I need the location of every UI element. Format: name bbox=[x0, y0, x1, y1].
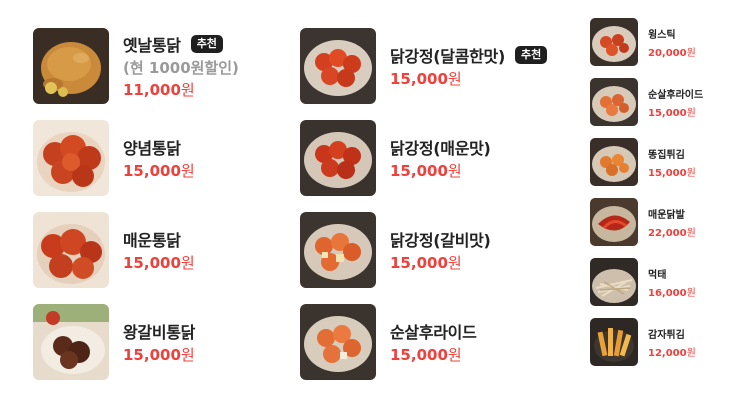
gizzard-fried-image bbox=[590, 138, 638, 186]
side-item-info: 똥집튀김 15,000원 bbox=[648, 138, 696, 186]
menu-item-info: 옛날통닭 추천 (현 1000원할인) 11,000원 bbox=[123, 28, 239, 104]
spicy-chicken-image bbox=[33, 212, 109, 288]
menu-item-price: 15,000원 bbox=[123, 346, 195, 364]
menu-item-name: 옛날통닭 bbox=[123, 36, 181, 55]
recommend-badge: 추천 bbox=[190, 35, 223, 53]
whole-chicken-image bbox=[33, 28, 109, 104]
menu-item-info: 닭강정(매운맛) 15,000원 bbox=[390, 120, 491, 196]
side-item-fries[interactable]: 감자튀김 12,000원 bbox=[590, 318, 740, 366]
side-item-price: 12,000원 bbox=[648, 347, 696, 359]
spicy-gangjeong-image bbox=[300, 120, 376, 196]
side-item-info: 매운닭발 22,000원 bbox=[648, 198, 696, 246]
spicy-feet-image bbox=[590, 198, 638, 246]
side-item-price: 15,000원 bbox=[648, 107, 696, 119]
side-item-info: 순살후라이드 15,000원 bbox=[648, 78, 703, 126]
menu-item-yangnyeom-tongdak[interactable]: 양념통닭 15,000원 bbox=[33, 120, 293, 196]
boneless-fried-small-image bbox=[590, 78, 638, 126]
galbi-chicken-image bbox=[33, 304, 109, 380]
menu-item-price: 15,000원 bbox=[390, 162, 462, 180]
side-item-price: 22,000원 bbox=[648, 227, 696, 239]
side-item-gizzard[interactable]: 똥집튀김 15,000원 bbox=[590, 138, 740, 186]
discount-note: (현 1000원할인) bbox=[123, 59, 239, 77]
side-item-info: 감자튀김 12,000원 bbox=[648, 318, 696, 366]
menu-item-info: 순살후라이드 15,000원 bbox=[390, 304, 477, 380]
galbi-gangjeong-image bbox=[300, 212, 376, 288]
side-item-name: 감자튀김 bbox=[648, 329, 685, 341]
menu-item-yetnal-tongdak[interactable]: 옛날통닭 추천 (현 1000원할인) 11,000원 bbox=[33, 28, 293, 104]
side-item-name: 먹태 bbox=[648, 269, 667, 281]
fries-image bbox=[590, 318, 638, 366]
menu-item-price: 11,000원 bbox=[123, 81, 195, 99]
menu-item-price: 15,000원 bbox=[123, 254, 195, 272]
menu-item-name: 닭강정(매운맛) bbox=[390, 139, 491, 158]
side-item-price: 20,000원 bbox=[648, 47, 696, 59]
menu-item-info: 닭강정(갈비맛) 15,000원 bbox=[390, 212, 491, 288]
side-item-name: 순살후라이드 bbox=[648, 89, 704, 101]
menu-item-name: 닭강정(갈비맛) bbox=[390, 231, 491, 250]
menu-item-name: 닭강정(달콤한맛) bbox=[390, 47, 505, 66]
side-item-info: 먹태 16,000원 bbox=[648, 258, 696, 306]
menu-item-wanggalbi-tongdak[interactable]: 왕갈비통닭 15,000원 bbox=[33, 304, 293, 380]
menu-item-info: 닭강정(달콤한맛) 추천 15,000원 bbox=[390, 28, 548, 104]
menu-item-boneless-fried[interactable]: 순살후라이드 15,000원 bbox=[300, 304, 560, 380]
side-item-boneless-fried[interactable]: 순살후라이드 15,000원 bbox=[590, 78, 740, 126]
side-item-name: 매운닭발 bbox=[648, 209, 685, 221]
menu-item-maeun-tongdak[interactable]: 매운통닭 15,000원 bbox=[33, 212, 293, 288]
side-item-name: 윙스틱 bbox=[648, 29, 676, 41]
menu-item-info: 왕갈비통닭 15,000원 bbox=[123, 304, 195, 380]
sweet-gangjeong-image bbox=[300, 28, 376, 104]
menu-item-info: 매운통닭 15,000원 bbox=[123, 212, 195, 288]
menu-item-name: 순살후라이드 bbox=[390, 323, 477, 342]
menu-item-gangjeong-sweet[interactable]: 닭강정(달콤한맛) 추천 15,000원 bbox=[300, 28, 560, 104]
menu-item-price: 15,000원 bbox=[390, 70, 462, 88]
side-item-price: 16,000원 bbox=[648, 287, 696, 299]
menu-item-name: 매운통닭 bbox=[123, 231, 181, 250]
dried-pollack-image bbox=[590, 258, 638, 306]
side-item-wingstick[interactable]: 윙스틱 20,000원 bbox=[590, 18, 740, 66]
side-item-spicy-feet[interactable]: 매운닭발 22,000원 bbox=[590, 198, 740, 246]
recommend-badge: 추천 bbox=[514, 46, 548, 64]
side-item-name: 똥집튀김 bbox=[648, 149, 685, 161]
menu-item-name: 왕갈비통닭 bbox=[123, 323, 196, 342]
seasoned-chicken-image bbox=[33, 120, 109, 196]
boneless-fried-image bbox=[300, 304, 376, 380]
side-item-meoktae[interactable]: 먹태 16,000원 bbox=[590, 258, 740, 306]
menu-item-info: 양념통닭 15,000원 bbox=[123, 120, 195, 196]
menu-item-gangjeong-galbi[interactable]: 닭강정(갈비맛) 15,000원 bbox=[300, 212, 560, 288]
wingstick-image bbox=[590, 18, 638, 66]
side-item-info: 윙스틱 20,000원 bbox=[648, 18, 696, 66]
menu-item-price: 15,000원 bbox=[390, 346, 462, 364]
menu-item-price: 15,000원 bbox=[123, 162, 195, 180]
menu-item-price: 15,000원 bbox=[390, 254, 462, 272]
menu-item-gangjeong-spicy[interactable]: 닭강정(매운맛) 15,000원 bbox=[300, 120, 560, 196]
menu-item-name: 양념통닭 bbox=[123, 139, 181, 158]
side-item-price: 15,000원 bbox=[648, 167, 696, 179]
